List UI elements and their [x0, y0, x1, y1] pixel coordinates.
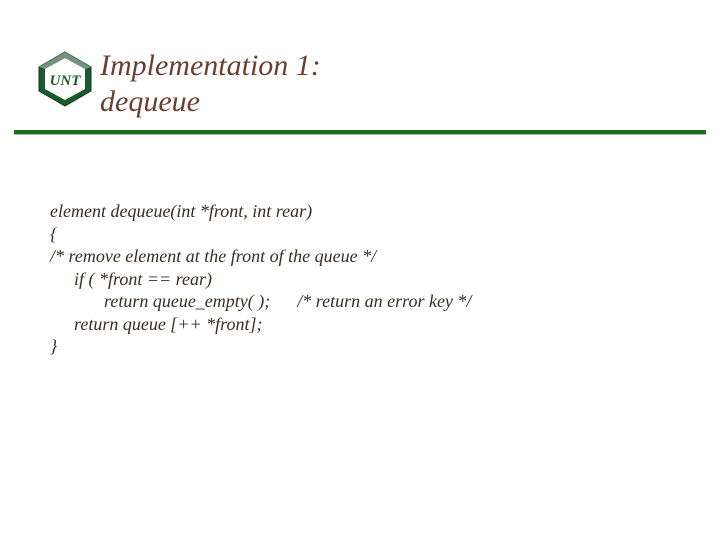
code-line: } [50, 335, 670, 358]
code-body: element dequeue(int *front, int rear) { … [50, 200, 670, 358]
code-line: return queue_empty( ); /* return an erro… [50, 290, 670, 313]
code-line: if ( *front == rear) [50, 268, 670, 291]
code-line: { [50, 223, 670, 246]
code-line: return queue [++ *front]; [50, 313, 670, 336]
code-line: /* remove element at the front of the qu… [50, 245, 670, 268]
title-underline [14, 130, 706, 135]
code-line: element dequeue(int *front, int rear) [50, 200, 670, 223]
slide-title: Implementation 1: dequeue [100, 48, 660, 120]
university-logo: UNT [36, 50, 94, 108]
code-comment: /* return an error key */ [297, 291, 471, 311]
title-line-2: dequeue [100, 84, 660, 120]
title-line-1: Implementation 1: [100, 48, 660, 84]
slide: UNT Implementation 1: dequeue element de… [0, 0, 720, 540]
svg-text:UNT: UNT [50, 73, 82, 89]
code-fragment: return queue_empty( ); [104, 291, 270, 311]
